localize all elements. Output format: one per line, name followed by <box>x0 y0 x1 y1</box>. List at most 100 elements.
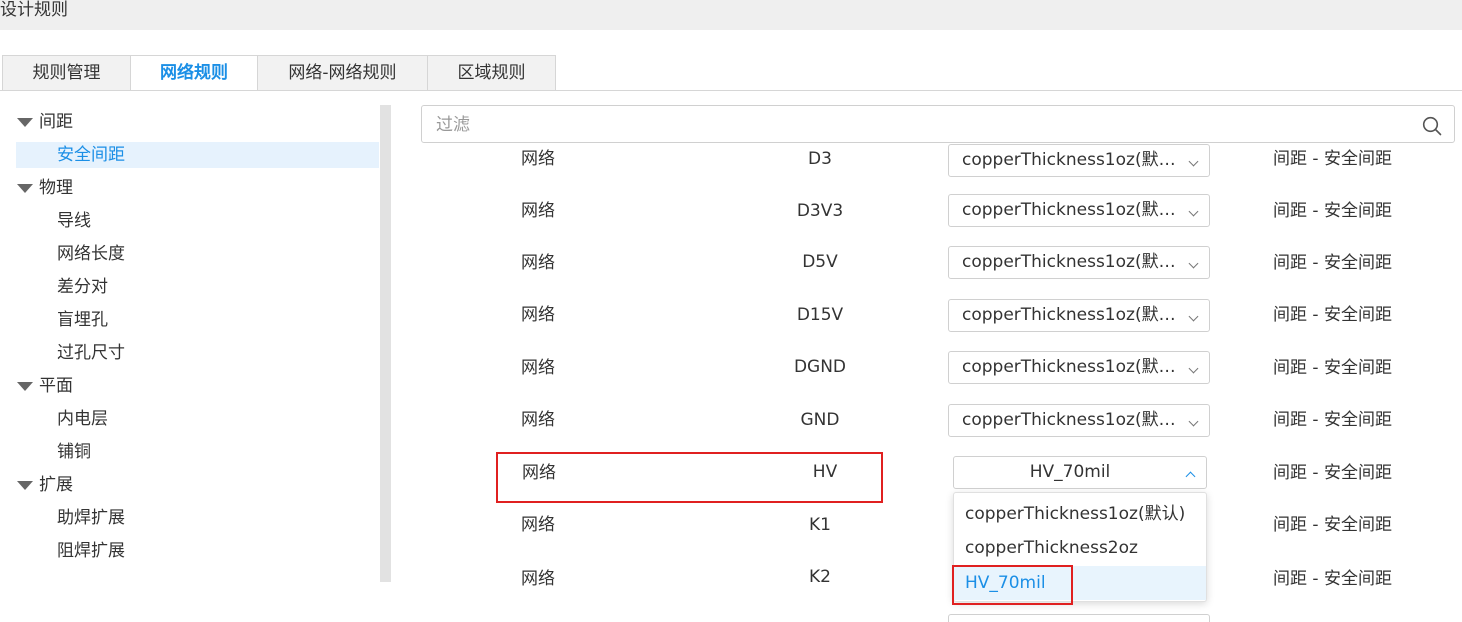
tree-item-paste-expansion[interactable]: 助焊扩展 <box>0 505 380 531</box>
rule-select[interactable] <box>948 614 1210 622</box>
row-rule: 间距 - 安全间距 <box>1273 253 1392 273</box>
table-row: 网络 D5V copperThickness1oz(默… 间距 - 安全间距 <box>400 223 1462 279</box>
tree-group-spacing[interactable]: 间距 <box>0 109 380 135</box>
tree-item-net-length[interactable]: 网络长度 <box>0 241 380 267</box>
row-type: 网络 <box>521 253 555 273</box>
tree-group-plane[interactable]: 平面 <box>0 373 380 399</box>
tree-item-track[interactable]: 导线 <box>0 208 380 234</box>
tab-net-rules[interactable]: 网络规则 <box>130 55 258 91</box>
row-rule: 间距 - 安全间距 <box>1273 410 1392 430</box>
rule-select-value: copperThickness1oz(默… <box>962 200 1176 220</box>
chevron-down-icon[interactable] <box>1188 416 1199 427</box>
tree-group-label: 物理 <box>39 178 73 198</box>
row-net: D3 <box>808 149 832 169</box>
tree-item-safety-spacing[interactable]: 安全间距 <box>16 142 379 168</box>
row-net: D15V <box>796 305 844 325</box>
tree-group-physical[interactable]: 物理 <box>0 175 380 201</box>
row-net: DGND <box>793 357 847 377</box>
rule-select-value: copperThickness1oz(默… <box>962 305 1176 325</box>
caret-down-icon[interactable] <box>17 184 33 193</box>
caret-down-icon[interactable] <box>17 118 33 127</box>
tree-item-label: 差分对 <box>57 277 108 297</box>
row-net: K2 <box>809 567 831 587</box>
tree-item-label: 网络长度 <box>57 244 125 264</box>
table-row: 网络 K2 间距 - 安全间距 <box>400 535 1462 589</box>
tab-divider <box>0 90 1462 91</box>
row-rule: 间距 - 安全间距 <box>1273 305 1392 325</box>
row-net: D5V <box>802 252 838 272</box>
tab-rule-management[interactable]: 规则管理 <box>2 55 131 91</box>
tab-region-rules[interactable]: 区域规则 <box>427 55 556 91</box>
table-row: 网络 D3 copperThickness1oz(默… 间距 - 安全间距 <box>400 143 1462 177</box>
chevron-up-icon[interactable] <box>1185 471 1196 482</box>
rule-select-value: copperThickness1oz(默… <box>962 410 1176 430</box>
row-type: 网络 <box>521 358 555 378</box>
tree-item-label: 导线 <box>57 211 91 231</box>
tree-group-label: 平面 <box>39 376 73 396</box>
row-rule: 间距 - 安全间距 <box>1273 358 1392 378</box>
tree-item-label: 阻焊扩展 <box>57 541 125 561</box>
tree-group-label: 间距 <box>39 112 73 132</box>
tree-item-label: 过孔尺寸 <box>57 343 125 363</box>
rule-select-value: copperThickness1oz(默… <box>962 252 1176 272</box>
window-title: 设计规则 <box>0 0 68 20</box>
row-rule: 间距 - 安全间距 <box>1273 149 1392 169</box>
dropdown-option-hv-70mil[interactable]: HV_70mil <box>954 566 1206 600</box>
tree-group-expansion[interactable]: 扩展 <box>0 472 380 498</box>
tree-item-solder-mask-expansion[interactable]: 阻焊扩展 <box>0 538 380 564</box>
chevron-down-icon[interactable] <box>1188 206 1199 217</box>
tree-item-copper-pour[interactable]: 铺铜 <box>0 439 380 465</box>
table-row: 网络 HV HV_70mil 间距 - 安全间距 <box>400 431 1462 489</box>
row-type: 网络 <box>521 410 555 430</box>
table-row <box>400 587 1462 622</box>
tree-item-via-size[interactable]: 过孔尺寸 <box>0 340 380 366</box>
tree-scrollbar[interactable] <box>380 105 391 582</box>
tree-item-inner-plane[interactable]: 内电层 <box>0 406 380 432</box>
chevron-down-icon[interactable] <box>1188 156 1199 167</box>
row-type: 网络 <box>521 569 555 589</box>
row-type: 网络 <box>521 515 555 535</box>
window-titlebar: 设计规则 <box>0 0 1462 30</box>
tree-item-label: 盲埋孔 <box>57 310 108 330</box>
row-type: 网络 <box>522 463 556 483</box>
row-type: 网络 <box>521 201 555 221</box>
row-type: 网络 <box>521 305 555 325</box>
rule-select-value: copperThickness1oz(默… <box>962 150 1176 170</box>
caret-down-icon[interactable] <box>17 382 33 391</box>
dropdown-option-copper-1oz[interactable]: copperThickness1oz(默认) <box>954 497 1206 531</box>
rule-select-value: copperThickness1oz(默… <box>962 357 1176 377</box>
table-row: 网络 GND copperThickness1oz(默… 间距 - 安全间距 <box>400 379 1462 437</box>
tree-group-label: 扩展 <box>39 475 73 495</box>
row-rule: 间距 - 安全间距 <box>1273 515 1392 535</box>
tree-item-label: 内电层 <box>57 409 108 429</box>
tree-item-label: 助焊扩展 <box>57 508 125 528</box>
rule-grid: 网络 D3 copperThickness1oz(默… 间距 - 安全间距 网络… <box>400 143 1462 622</box>
caret-down-icon[interactable] <box>17 481 33 490</box>
table-row: 网络 K1 间距 - 安全间距 <box>400 483 1462 535</box>
dropdown-option-copper-2oz[interactable]: copperThickness2oz <box>954 531 1206 565</box>
table-row: 网络 D3V3 copperThickness1oz(默… 间距 - 安全间距 <box>400 171 1462 227</box>
row-net: D3V3 <box>796 201 844 221</box>
table-row: 网络 D15V copperThickness1oz(默… 间距 - 安全间距 <box>400 275 1462 332</box>
row-rule: 间距 - 安全间距 <box>1273 463 1392 483</box>
row-net: K1 <box>809 515 831 535</box>
tab-net-net-rules[interactable]: 网络-网络规则 <box>257 55 428 91</box>
row-net: GND <box>800 410 840 430</box>
row-net: HV <box>812 462 838 482</box>
chevron-down-icon[interactable] <box>1188 258 1199 269</box>
rule-select-value: HV_70mil <box>1029 462 1111 482</box>
tree-item-label: 铺铜 <box>57 442 91 462</box>
row-type: 网络 <box>521 149 555 169</box>
chevron-down-icon[interactable] <box>1188 363 1199 374</box>
rule-dropdown-menu: copperThickness1oz(默认) copperThickness2o… <box>953 492 1207 602</box>
filter-box <box>421 105 1455 143</box>
filter-input[interactable] <box>436 112 1396 138</box>
tree-item-blind-buried-via[interactable]: 盲埋孔 <box>0 307 380 333</box>
chevron-down-icon[interactable] <box>1188 311 1199 322</box>
tree-item-label: 安全间距 <box>57 145 125 165</box>
tree-item-diff-pair[interactable]: 差分对 <box>0 274 380 300</box>
search-icon[interactable] <box>1422 116 1442 136</box>
table-row: 网络 DGND copperThickness1oz(默… 间距 - 安全间距 <box>400 327 1462 384</box>
row-rule: 间距 - 安全间距 <box>1273 569 1392 589</box>
row-rule: 间距 - 安全间距 <box>1273 201 1392 221</box>
